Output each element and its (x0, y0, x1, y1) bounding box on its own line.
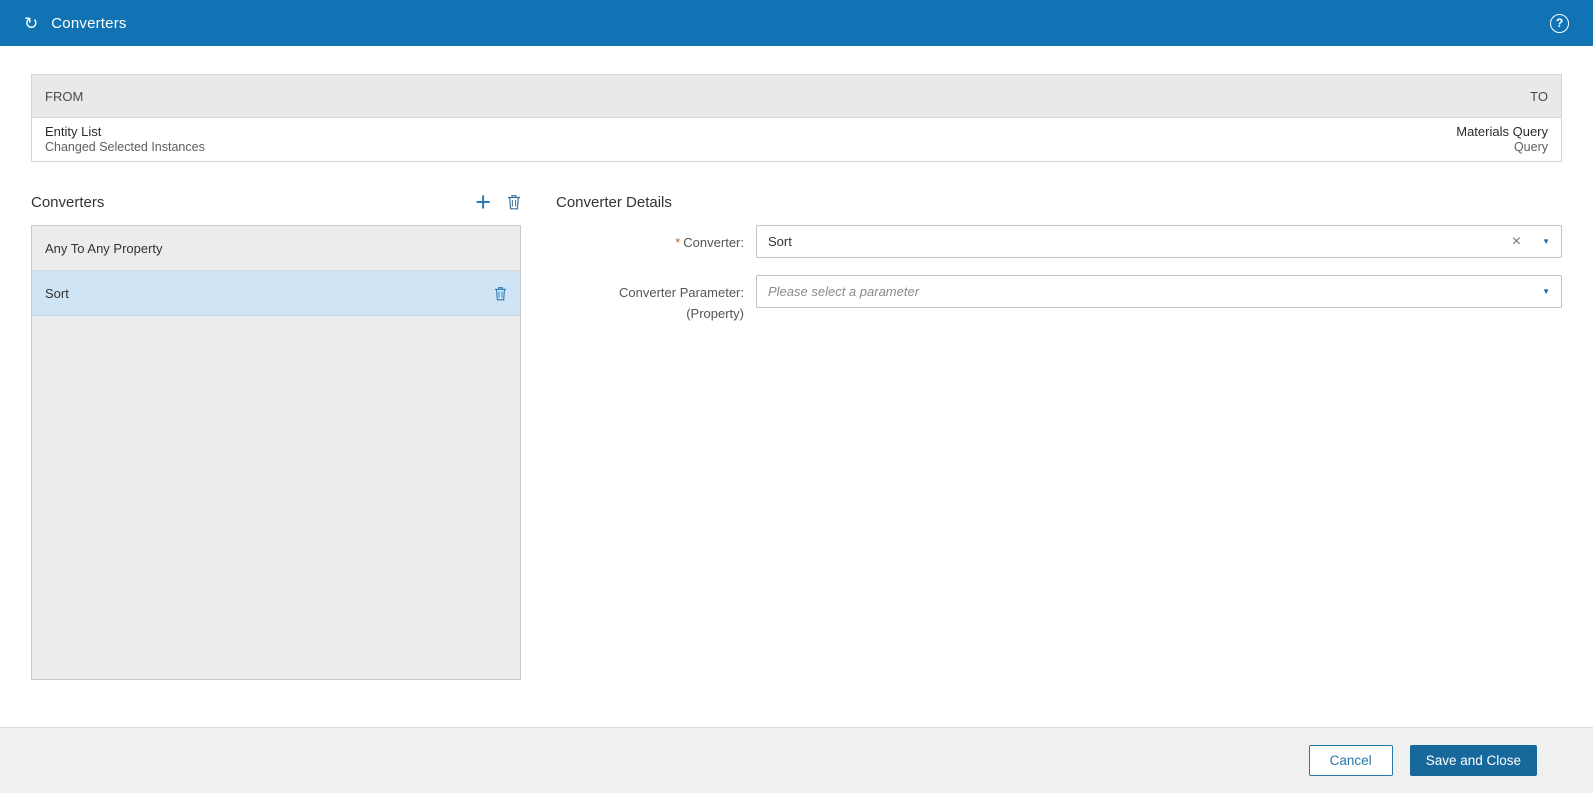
dialog-header: ↻ Converters ? (0, 0, 1593, 46)
mapping-table-row[interactable]: Entity List Changed Selected Instances M… (32, 118, 1561, 161)
converter-field-label: * Converter: (556, 225, 756, 258)
add-converter-button[interactable]: + (475, 189, 491, 216)
list-item-sort[interactable]: Sort (32, 271, 520, 316)
page-title: Converters (51, 14, 127, 32)
save-and-close-button[interactable]: Save and Close (1409, 745, 1537, 776)
converters-list: Any To Any Property Sort (31, 225, 521, 680)
converters-list-title: Converters (31, 193, 105, 211)
parameter-field-label: Converter Parameter: (Property) (556, 275, 756, 325)
converter-field-row: * Converter: Sort × ▼ (556, 225, 1562, 258)
required-asterisk: * (675, 235, 681, 250)
trash-icon (494, 286, 507, 300)
sync-icon: ↻ (24, 13, 39, 33)
mapping-table-header: FROM TO (32, 75, 1561, 118)
mapping-table: FROM TO Entity List Changed Selected Ins… (31, 74, 1562, 162)
chevron-down-icon[interactable]: ▼ (1534, 287, 1550, 296)
mapping-to-cell: Materials Query Query (1456, 124, 1548, 154)
converter-value: Sort (768, 234, 792, 249)
parameter-placeholder: Please select a parameter (768, 284, 920, 299)
panels: Converters + Any To Any Property Sort Co… (31, 188, 1562, 680)
chevron-down-icon[interactable]: ▼ (1534, 237, 1550, 246)
row-delete-button[interactable] (494, 286, 507, 301)
help-icon[interactable]: ? (1550, 13, 1569, 33)
to-title: Materials Query (1456, 124, 1548, 139)
cancel-button[interactable]: Cancel (1308, 745, 1393, 776)
parameter-sublabel-text: (Property) (686, 305, 744, 321)
dialog-body: FROM TO Entity List Changed Selected Ins… (0, 46, 1593, 680)
converter-combobox[interactable]: Sort × ▼ (756, 225, 1562, 258)
from-title: Entity List (45, 124, 102, 139)
converters-dialog: ↻ Converters ? FROM TO Entity List Chang… (0, 0, 1593, 793)
dialog-footer: Cancel Save and Close (0, 727, 1593, 793)
column-header-to: TO (1530, 88, 1548, 104)
to-subtitle: Query (1513, 140, 1548, 154)
list-item-label: Sort (45, 285, 69, 301)
from-subtitle: Changed Selected Instances (45, 140, 205, 154)
trash-icon (508, 195, 520, 210)
column-header-from: FROM (45, 88, 84, 104)
parameter-combobox[interactable]: Please select a parameter ▼ (756, 275, 1562, 308)
converters-panel: Converters + Any To Any Property Sort (31, 188, 521, 680)
mapping-from-cell: Entity List Changed Selected Instances (45, 124, 205, 154)
converter-details-panel: Converter Details * Converter: Sort × ▼ C… (521, 188, 1562, 680)
clear-icon[interactable]: × (1502, 233, 1534, 250)
delete-converter-button[interactable] (507, 194, 521, 210)
converter-label-text: Converter: (683, 235, 744, 250)
parameter-label-text: Converter Parameter: (619, 285, 744, 300)
list-item-label: Any To Any Property (45, 240, 163, 256)
converters-panel-header: Converters + (31, 188, 521, 216)
converter-details-title: Converter Details (556, 193, 672, 211)
list-actions: + (475, 189, 521, 216)
parameter-field-row: Converter Parameter: (Property) Please s… (556, 275, 1562, 325)
list-item-any-to-any[interactable]: Any To Any Property (32, 226, 520, 271)
